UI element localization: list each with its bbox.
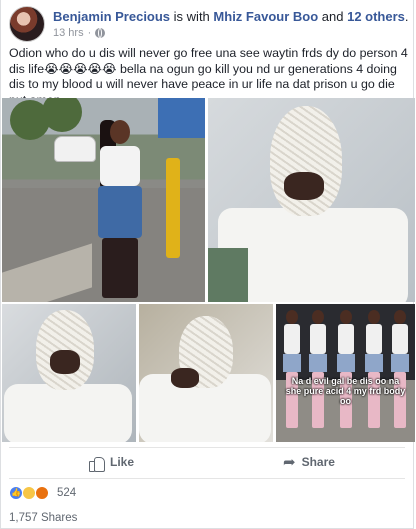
reaction-count: 524: [57, 486, 77, 499]
street-sign: [158, 98, 205, 138]
tagged-user[interactable]: Mhiz Favour Boo: [213, 9, 318, 24]
photo-1[interactable]: [2, 98, 205, 302]
action-bar: Like ➦ Share: [9, 447, 405, 473]
share-arrow-icon: ➦: [283, 453, 296, 471]
person-figure: [388, 310, 412, 430]
globe-icon[interactable]: [95, 28, 106, 38]
with-text: is with: [173, 9, 210, 24]
tree-shape: [42, 98, 82, 132]
others-end: .: [404, 9, 409, 24]
photo-2[interactable]: [208, 98, 415, 302]
face: [171, 368, 199, 388]
face: [284, 172, 324, 200]
person-figure: [90, 116, 150, 302]
thumbs-up-icon: [89, 455, 105, 472]
post-header: Benjamin Precious is with Mhiz Favour Bo…: [9, 6, 409, 42]
person-figure: [280, 310, 304, 430]
post-meta: 13 hrs ·: [53, 27, 106, 39]
green-blanket: [208, 248, 248, 302]
share-label: Share: [301, 455, 335, 469]
person-figure: [362, 310, 386, 430]
author-name[interactable]: Benjamin Precious: [53, 9, 170, 24]
yellow-pole: [166, 158, 180, 258]
like-label: Like: [110, 455, 135, 469]
post-time[interactable]: 13 hrs: [53, 27, 84, 39]
photo-5[interactable]: Na d evil gal be dis oo na she pure acid…: [276, 304, 415, 442]
angry-reaction-icon: [35, 485, 49, 500]
reactions-summary[interactable]: 👍 524: [9, 478, 405, 502]
photo-4[interactable]: [139, 304, 273, 442]
shares-count[interactable]: 1,757 Shares: [9, 512, 77, 524]
person-figure: [334, 310, 358, 430]
like-reaction-icon: 👍: [9, 485, 23, 500]
face: [50, 350, 80, 374]
share-button[interactable]: ➦ Share: [283, 451, 335, 473]
post-card: Benjamin Precious is with Mhiz Favour Bo…: [0, 0, 415, 529]
and-text: and: [321, 9, 344, 24]
photo-3[interactable]: [2, 304, 136, 442]
photo-caption: Na d evil gal be dis oo na she pure acid…: [285, 376, 406, 406]
meta-separator: ·: [87, 27, 92, 39]
author-avatar[interactable]: [9, 6, 45, 42]
author-line: Benjamin Precious is with Mhiz Favour Bo…: [53, 9, 409, 25]
person-figure: [306, 310, 330, 430]
like-button[interactable]: Like: [89, 451, 134, 473]
wow-reaction-icon: [22, 485, 36, 500]
bed-sheet: [4, 384, 132, 442]
tagged-others[interactable]: 12 others: [347, 9, 405, 24]
